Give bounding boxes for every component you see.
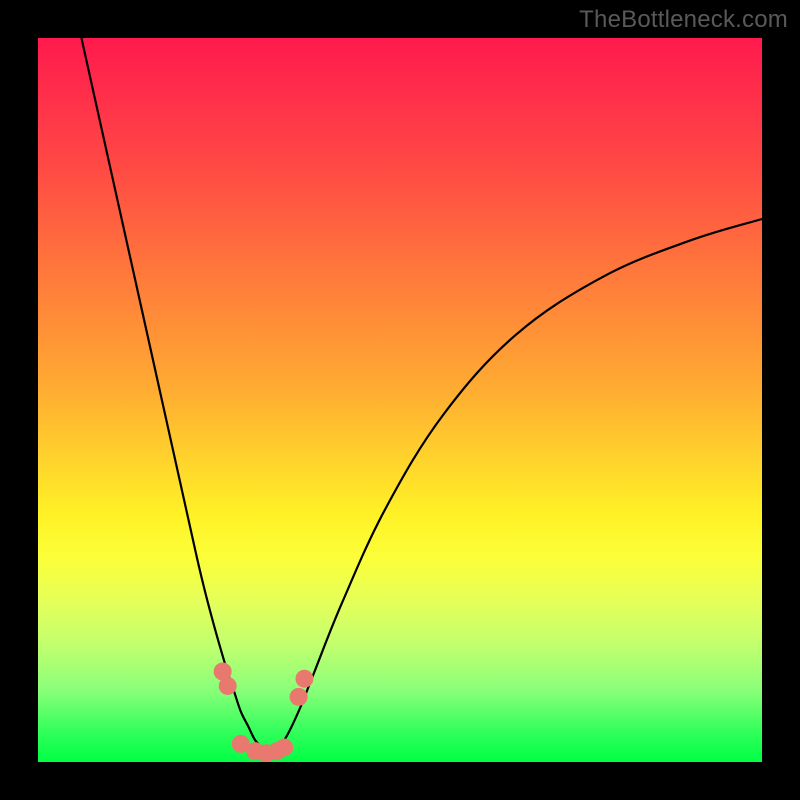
data-marker xyxy=(275,739,293,757)
data-marker xyxy=(290,688,308,706)
chart-frame: TheBottleneck.com xyxy=(0,0,800,800)
curve-left xyxy=(81,38,269,755)
chart-svg xyxy=(38,38,762,762)
curve-right xyxy=(270,219,762,755)
data-marker xyxy=(295,670,313,688)
data-marker xyxy=(219,677,237,695)
curve-group xyxy=(81,38,762,755)
plot-area xyxy=(38,38,762,762)
watermark-text: TheBottleneck.com xyxy=(579,6,788,34)
